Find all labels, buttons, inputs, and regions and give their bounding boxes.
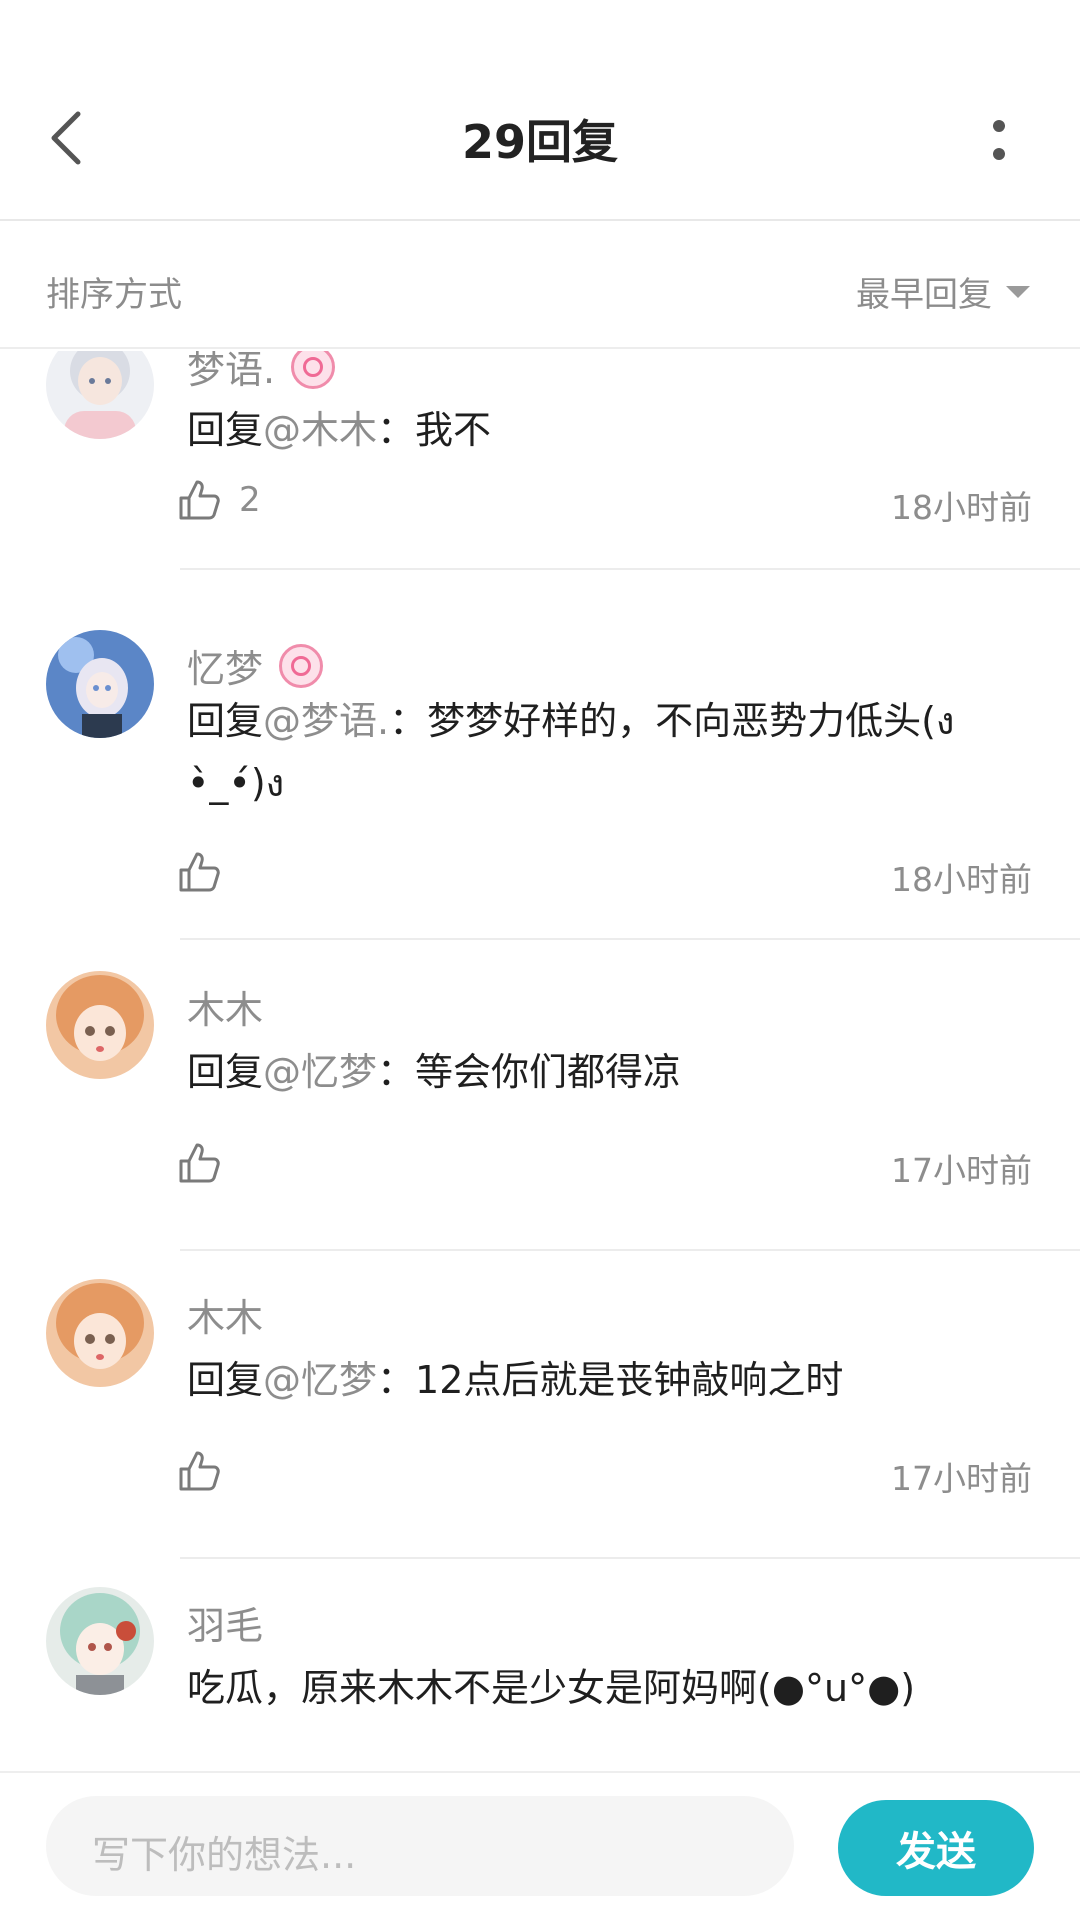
comment-input[interactable]: 写下你的想法... <box>46 1796 794 1896</box>
sort-dropdown[interactable]: 最早回复 <box>856 267 1030 316</box>
reply-prefix: 回复 <box>187 408 264 452</box>
reply-list: 梦语. 回复@木木：我不 2 18小时前 忆梦 回复@梦语.：梦梦好样的，不向恶… <box>0 351 1080 1771</box>
divider <box>180 568 1080 570</box>
avatar[interactable] <box>46 351 154 439</box>
thumbs-up-icon <box>179 1451 220 1491</box>
reply-prefix: 回复 <box>187 1050 264 1094</box>
comment-text: 回复@木木：我不 <box>187 399 1037 461</box>
like-button[interactable]: 2 <box>177 478 261 522</box>
like-button[interactable] <box>177 850 239 894</box>
list-item: 木木 回复@忆梦：12点后就是丧钟敲响之时 17小时前 <box>0 1279 1080 1589</box>
avatar[interactable] <box>46 1279 154 1387</box>
username-row: 羽毛 <box>187 1595 263 1650</box>
like-button[interactable] <box>177 1141 239 1185</box>
mention-link[interactable]: @忆梦 <box>263 1358 377 1402</box>
level-badge-icon <box>291 351 336 389</box>
comment-text: 吃瓜，原来木木不是少女是阿妈啊(●°u°●) <box>187 1657 1037 1719</box>
username[interactable]: 梦语. <box>187 351 275 394</box>
username-row: 梦语. <box>187 351 336 394</box>
avatar[interactable] <box>46 1587 154 1695</box>
username[interactable]: 木木 <box>187 979 263 1034</box>
more-vertical-icon[interactable] <box>984 118 1014 162</box>
username-row: 木木 <box>187 979 263 1034</box>
send-button[interactable]: 发送 <box>838 1800 1034 1896</box>
comment-text: 回复@梦语.：梦梦好样的，不向恶势力低头(ง •̀_•́)ง <box>187 690 1037 814</box>
mention-link[interactable]: @忆梦 <box>263 1050 377 1094</box>
reply-prefix: 回复 <box>187 1358 264 1402</box>
level-badge-icon <box>279 643 324 688</box>
mention-link[interactable]: @梦语. <box>263 699 389 743</box>
thumbs-up-icon <box>179 480 220 520</box>
thumbs-up-icon <box>179 852 220 892</box>
list-item: 木木 回复@忆梦：等会你们都得凉 17小时前 <box>0 971 1080 1281</box>
avatar[interactable] <box>46 971 154 1079</box>
page-title: 29回复 <box>461 115 618 169</box>
timestamp: 18小时前 <box>891 860 1032 899</box>
comment-body: ：等会你们都得凉 <box>377 1050 682 1094</box>
divider <box>180 938 1080 940</box>
comment-body: ：我不 <box>377 408 492 452</box>
username[interactable]: 忆梦 <box>187 638 263 693</box>
username[interactable]: 木木 <box>187 1287 263 1342</box>
thumbs-up-icon <box>179 1143 220 1183</box>
mention-link[interactable]: @木木 <box>263 408 377 452</box>
list-item: 羽毛 吃瓜，原来木木不是少女是阿妈啊(●°u°●) <box>0 1587 1080 1771</box>
caret-down-icon <box>1006 285 1030 298</box>
like-button[interactable] <box>177 1449 239 1493</box>
avatar[interactable] <box>46 630 154 738</box>
username[interactable]: 羽毛 <box>187 1595 263 1650</box>
top-bar: 29回复 <box>0 0 1080 221</box>
list-item: 忆梦 回复@梦语.：梦梦好样的，不向恶势力低头(ง •̀_•́)ง 18小时前 <box>0 630 1080 940</box>
sort-label: 排序方式 <box>46 275 182 315</box>
comment-body: 吃瓜，原来木木不是少女是阿妈啊(●°u°●) <box>187 1666 916 1710</box>
divider <box>180 1249 1080 1251</box>
username-row: 忆梦 <box>187 638 324 693</box>
like-count: 2 <box>239 480 261 520</box>
comment-body: ：12点后就是丧钟敲响之时 <box>377 1358 844 1402</box>
sort-selected-value: 最早回复 <box>856 275 992 315</box>
comment-text: 回复@忆梦：12点后就是丧钟敲响之时 <box>187 1349 1037 1411</box>
timestamp: 17小时前 <box>891 1459 1032 1498</box>
timestamp: 18小时前 <box>891 488 1032 527</box>
comment-input-placeholder: 写下你的想法... <box>92 1833 357 1877</box>
timestamp: 17小时前 <box>891 1151 1032 1190</box>
sort-bar: 排序方式 最早回复 <box>0 223 1080 349</box>
comment-composer: 写下你的想法... 发送 <box>0 1771 1080 1920</box>
divider <box>180 1557 1080 1559</box>
comment-text: 回复@忆梦：等会你们都得凉 <box>187 1041 1037 1103</box>
reply-prefix: 回复 <box>187 699 264 743</box>
username-row: 木木 <box>187 1287 263 1342</box>
